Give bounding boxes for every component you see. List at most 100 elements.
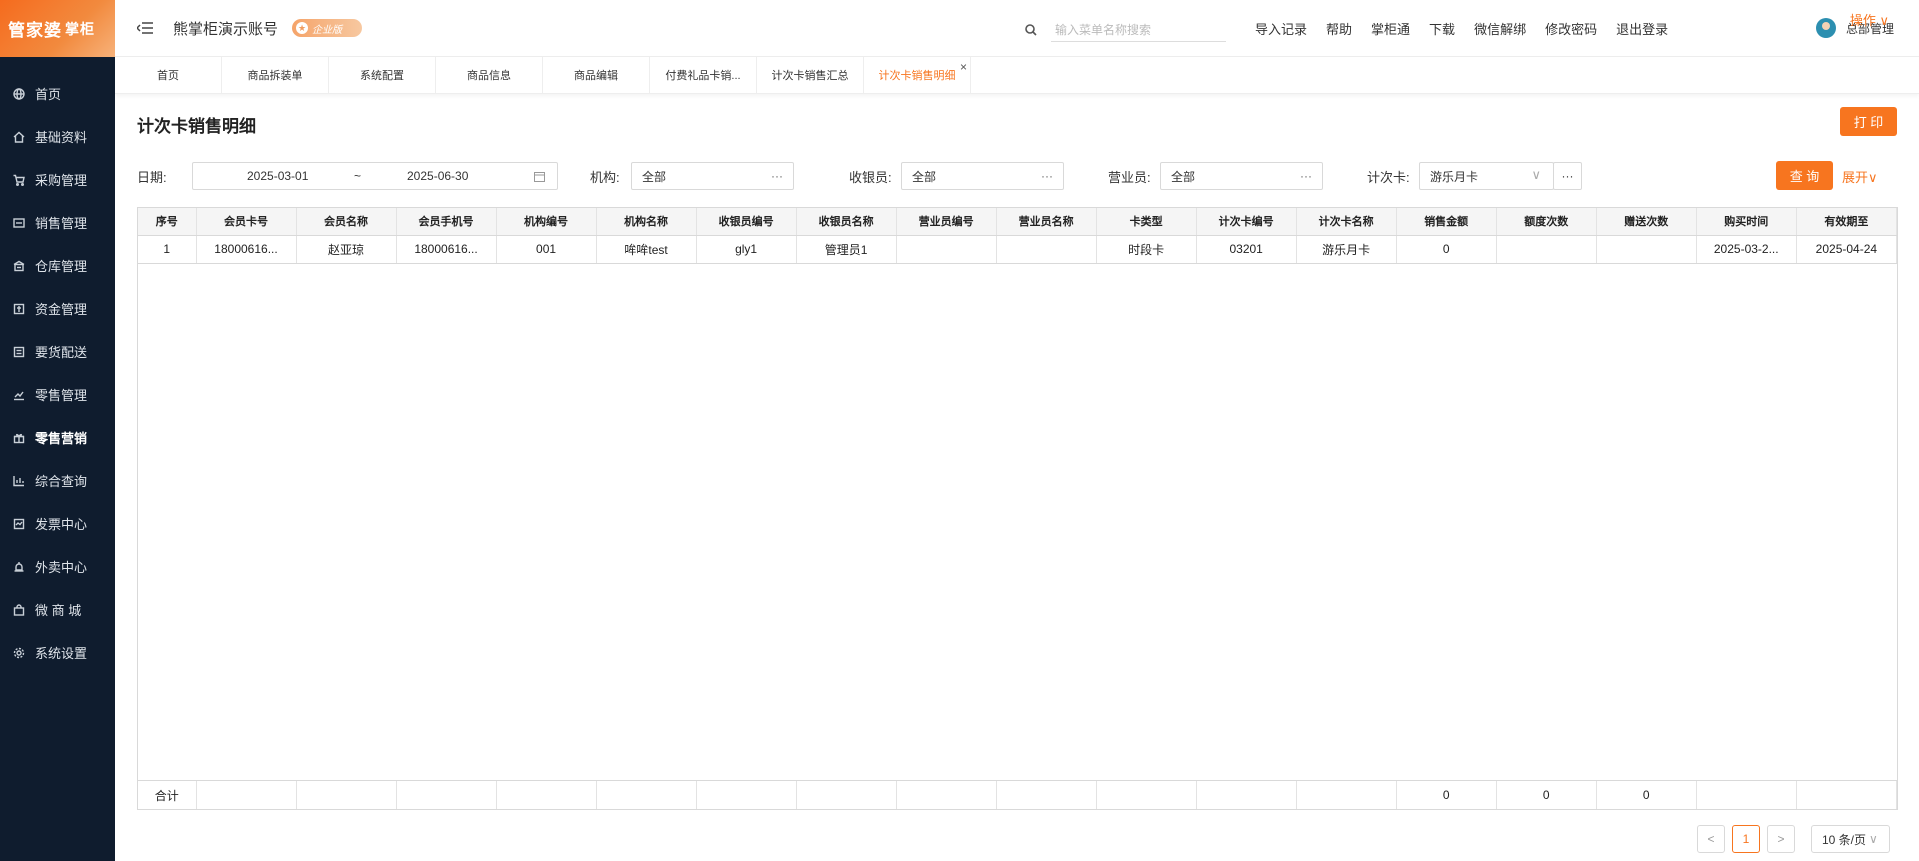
sales-select[interactable]: 全部 ··· [1160, 162, 1323, 190]
tab-4[interactable]: 商品编辑 [543, 57, 650, 93]
cashier-value: 全部 [912, 169, 937, 184]
tab-6[interactable]: 计次卡销售汇总 [757, 57, 864, 93]
top-link-0[interactable]: 导入记录 [1255, 19, 1307, 38]
sidebar-item-12[interactable]: 微 商 城 [0, 588, 115, 631]
column-header[interactable]: 计次卡编号 [1196, 208, 1297, 236]
total-cell [1796, 781, 1898, 809]
tab-label[interactable]: 付费礼品卡销... [665, 67, 740, 83]
query-button[interactable]: 查 询 [1776, 161, 1833, 190]
more-icon[interactable]: ··· [771, 169, 783, 183]
sidebar-item-1[interactable]: 基础资料 [0, 115, 115, 158]
tab-ops-label[interactable]: 操作 [1850, 13, 1876, 28]
column-header[interactable]: 收银员编号 [696, 208, 797, 236]
column-header[interactable]: 机构编号 [496, 208, 597, 236]
sidebar-item-3[interactable]: 销售管理 [0, 201, 115, 244]
top-link-4[interactable]: 微信解绑 [1474, 19, 1526, 38]
sidebar-item-8[interactable]: 零售营销 [0, 416, 115, 459]
card-value: 游乐月卡 [1430, 169, 1479, 184]
more-icon[interactable]: ··· [1300, 169, 1312, 183]
sidebar-item-13[interactable]: 系统设置 [0, 631, 115, 674]
next-page-button[interactable]: > [1767, 825, 1795, 853]
table-cell [1596, 235, 1697, 264]
tab-7[interactable]: 计次卡销售明细 × [864, 57, 971, 93]
sales-icon [13, 217, 25, 229]
sidebar-item-label: 微 商 城 [35, 603, 82, 618]
top-link-5[interactable]: 修改密码 [1545, 19, 1597, 38]
cashier-select[interactable]: 全部 ··· [901, 162, 1064, 190]
table-cell: 18000616... [196, 235, 297, 264]
sidebar-item-2[interactable]: 采购管理 [0, 158, 115, 201]
top-link-2[interactable]: 掌柜通 [1371, 19, 1410, 38]
tab-label[interactable]: 计次卡销售汇总 [772, 67, 849, 83]
sidebar-item-7[interactable]: 零售管理 [0, 373, 115, 416]
date-start[interactable]: 2025-03-01 [247, 169, 308, 183]
tab-1[interactable]: 商品拆装单 [222, 57, 329, 93]
tab-label[interactable]: 计次卡销售明细 [879, 67, 956, 83]
tab-label[interactable]: 商品编辑 [574, 67, 618, 83]
page-1-button[interactable]: 1 [1732, 825, 1760, 853]
sidebar-item-11[interactable]: 外卖中心 [0, 545, 115, 588]
expand-label[interactable]: 展开 [1842, 170, 1868, 185]
date-range-picker[interactable]: 2025-03-01 ~ 2025-06-30 [192, 162, 558, 190]
search-icon [1025, 24, 1037, 36]
column-header[interactable]: 营业员名称 [996, 208, 1097, 236]
sidebar-item-4[interactable]: 仓库管理 [0, 244, 115, 287]
column-header[interactable]: 机构名称 [596, 208, 697, 236]
sidebar-item-10[interactable]: 发票中心 [0, 502, 115, 545]
sidebar-item-label: 销售管理 [35, 216, 88, 231]
column-header[interactable]: 收银员名称 [796, 208, 897, 236]
cashier-label: 收银员: [849, 170, 892, 185]
column-header[interactable]: 会员卡号 [196, 208, 297, 236]
column-header[interactable]: 销售金额 [1396, 208, 1497, 236]
tab-label[interactable]: 商品信息 [467, 67, 511, 83]
date-end[interactable]: 2025-06-30 [407, 169, 468, 183]
tab-label[interactable]: 系统配置 [360, 67, 404, 83]
column-header[interactable]: 会员手机号 [396, 208, 497, 236]
avatar[interactable] [1815, 18, 1836, 38]
column-header[interactable]: 赠送次数 [1596, 208, 1697, 236]
column-header[interactable]: 有效期至 [1796, 208, 1898, 236]
column-header[interactable]: 会员名称 [296, 208, 397, 236]
column-header[interactable]: 购买时间 [1696, 208, 1797, 236]
card-select[interactable]: 游乐月卡 ∨ [1419, 162, 1554, 190]
card-more-button[interactable]: ··· [1553, 162, 1582, 190]
tab-ops-menu[interactable]: 操作 ∨ [1850, 10, 1889, 29]
top-link-1[interactable]: 帮助 [1326, 19, 1352, 38]
tab-0[interactable]: 首页 [115, 57, 222, 93]
sidebar-item-label: 基础资料 [35, 130, 88, 145]
tab-label[interactable]: 首页 [157, 67, 179, 83]
print-button[interactable]: 打 印 [1840, 107, 1897, 136]
table-row[interactable]: 1 18000616... 赵亚琼 18000616... 001 哞哞test gly1 管… [138, 235, 1898, 264]
tab-3[interactable]: 商品信息 [436, 57, 543, 93]
column-header[interactable]: 计次卡名称 [1296, 208, 1397, 236]
page-title: 计次卡销售明细 [137, 117, 256, 136]
expand-toggle[interactable]: 展开∨ [1842, 167, 1878, 186]
brand-name: 管家婆 [8, 21, 62, 40]
menu-toggle-icon[interactable] [137, 21, 153, 35]
menu-search-input[interactable] [1051, 18, 1226, 42]
home-icon [13, 131, 25, 143]
sidebar-item-9[interactable]: 综合查询 [0, 459, 115, 502]
org-select[interactable]: 全部 ··· [631, 162, 794, 190]
column-header[interactable]: 序号 [138, 208, 197, 236]
sidebar-item-0[interactable]: 首页 [0, 72, 115, 115]
more-icon[interactable]: ··· [1562, 169, 1574, 183]
total-cell [396, 781, 497, 809]
sidebar-item-6[interactable]: 要货配送 [0, 330, 115, 373]
tab-5[interactable]: 付费礼品卡销... [650, 57, 757, 93]
top-link-3[interactable]: 下载 [1429, 19, 1455, 38]
column-header[interactable]: 额度次数 [1496, 208, 1597, 236]
close-icon[interactable]: × [960, 60, 967, 74]
total-cell [1696, 781, 1797, 809]
column-header[interactable]: 营业员编号 [896, 208, 997, 236]
brand-sub: 掌柜 [65, 20, 95, 37]
page-size-select[interactable]: 10 条/页 ∨ [1811, 825, 1890, 853]
sidebar-item-5[interactable]: 资金管理 [0, 287, 115, 330]
more-icon[interactable]: ··· [1041, 169, 1053, 183]
table-header-row: 序号 会员卡号 会员名称 会员手机号 机构编号 机构名称 收银员编号 收银员名称 营业员编号 营业… [138, 208, 1898, 236]
column-header[interactable]: 卡类型 [1096, 208, 1197, 236]
tab-2[interactable]: 系统配置 [329, 57, 436, 93]
top-link-6[interactable]: 退出登录 [1616, 19, 1668, 38]
tab-label[interactable]: 商品拆装单 [248, 67, 303, 83]
prev-page-button[interactable]: < [1697, 825, 1725, 853]
